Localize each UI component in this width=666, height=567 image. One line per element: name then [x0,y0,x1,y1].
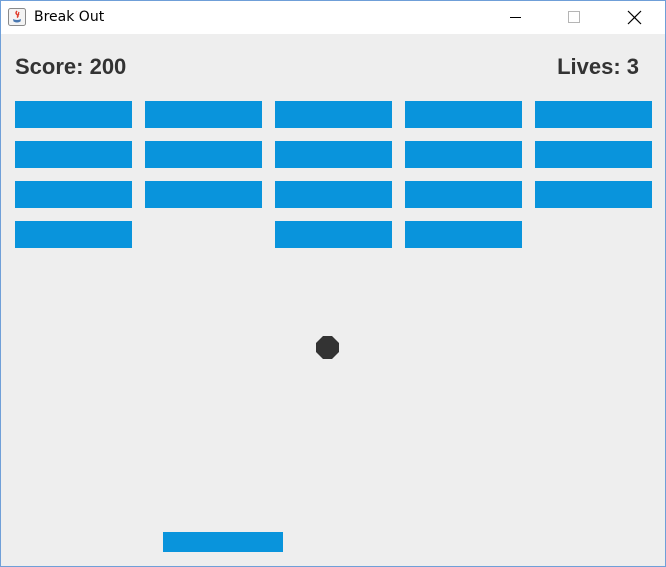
score-label: Score: 200 [15,54,127,79]
brick [535,181,652,208]
brick [15,141,132,168]
close-button[interactable] [611,1,657,34]
java-app-icon [8,8,26,26]
game-canvas[interactable]: Score: 200 Lives: 3 [1,34,665,566]
brick [275,221,392,248]
brick [15,181,132,208]
brick [275,101,392,128]
brick [405,181,522,208]
brick [405,101,522,128]
title-bar[interactable]: Break Out [1,1,665,34]
minimize-button[interactable] [492,1,538,34]
maximize-button[interactable] [551,1,597,34]
brick [275,141,392,168]
paddle[interactable] [163,532,283,552]
maximize-icon [568,11,580,23]
brick [535,141,652,168]
brick [145,181,262,208]
minimize-icon [510,17,521,18]
window-title: Break Out [34,9,105,25]
lives-label: Lives: 3 [557,54,639,79]
brick [275,181,392,208]
brick [145,141,262,168]
ball [316,336,339,359]
brick [405,141,522,168]
game-window: Break Out Score: 200 Lives: 3 [0,0,666,567]
brick [145,101,262,128]
brick [15,101,132,128]
close-icon [627,10,642,25]
brick [535,101,652,128]
brick [15,221,132,248]
brick [405,221,522,248]
